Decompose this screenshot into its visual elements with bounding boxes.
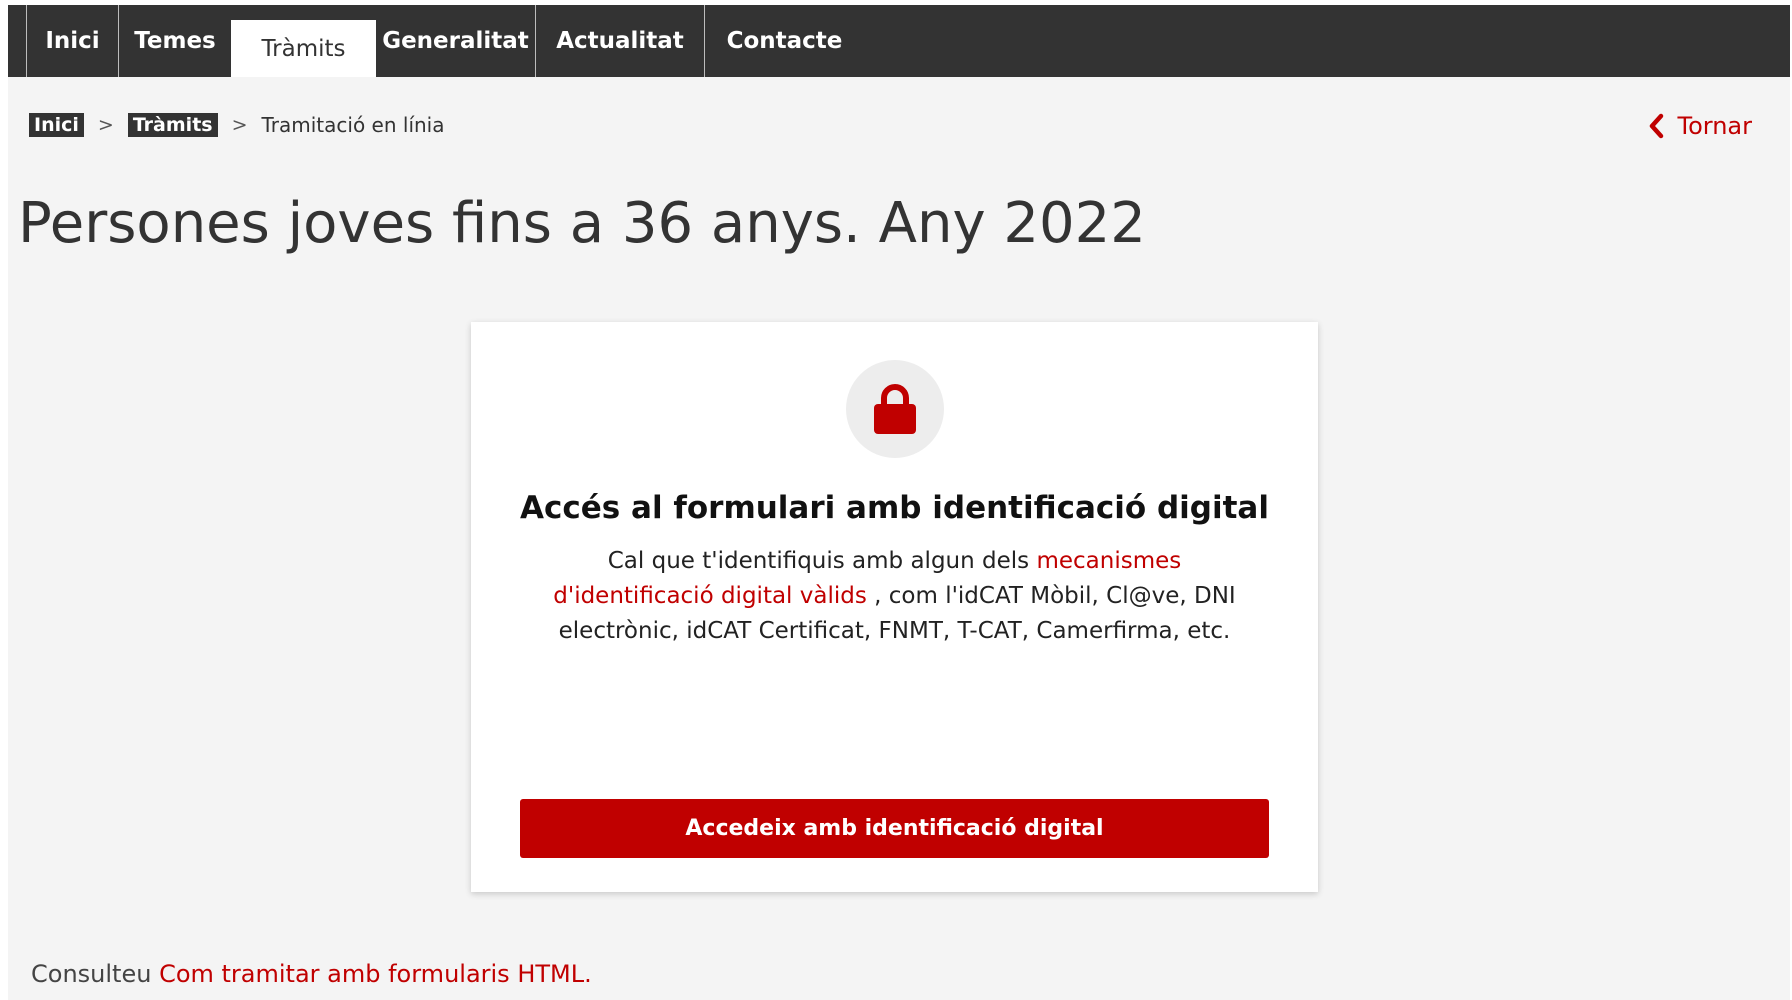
breadcrumb-separator: >: [97, 114, 114, 136]
breadcrumb-separator: >: [231, 114, 248, 136]
tab-actualitat[interactable]: Actualitat: [535, 5, 704, 77]
tab-tramits[interactable]: Tràmits: [231, 20, 376, 77]
breadcrumb-tramits[interactable]: Tràmits: [127, 113, 218, 137]
lock-icon-circle: [846, 360, 944, 458]
tab-generalitat[interactable]: Generalitat: [376, 5, 535, 77]
card-heading: Accés al formulari amb identificació dig…: [520, 490, 1269, 526]
page-frame: Inici Temes Tràmits Generalitat Actualit…: [8, 5, 1790, 1000]
chevron-left-icon: [1649, 113, 1663, 139]
back-label: Tornar: [1677, 112, 1753, 140]
breadcrumb: Inici > Tràmits > Tramitació en línia: [29, 110, 445, 140]
digital-access-card: Accés al formulari amb identificació dig…: [471, 322, 1318, 892]
lock-icon: [874, 384, 916, 434]
tab-temes[interactable]: Temes: [118, 5, 231, 77]
footer-prefix: Consulteu: [31, 960, 160, 988]
top-navigation: Inici Temes Tràmits Generalitat Actualit…: [8, 5, 1790, 77]
page-title: Persones joves fins a 36 anys. Any 2022: [18, 191, 1146, 256]
tab-contacte[interactable]: Contacte: [704, 5, 864, 77]
breadcrumb-inici[interactable]: Inici: [29, 113, 84, 137]
tab-inici[interactable]: Inici: [26, 5, 118, 77]
card-text-before: Cal que t'identifiquis amb algun dels: [607, 548, 1037, 574]
breadcrumb-current: Tramitació en línia: [261, 113, 445, 137]
card-description: Cal que t'identifiquis amb algun dels me…: [526, 544, 1263, 649]
html-forms-help-link[interactable]: Com tramitar amb formularis HTML.: [159, 960, 592, 988]
footer-note: Consulteu Com tramitar amb formularis HT…: [31, 960, 592, 988]
digital-access-button[interactable]: Accedeix amb identificació digital: [520, 799, 1269, 858]
back-link[interactable]: Tornar: [1648, 112, 1753, 140]
